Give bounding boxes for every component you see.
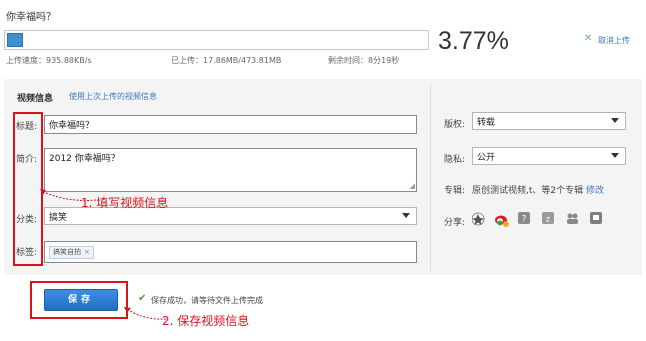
privacy-value: 公开 (477, 153, 496, 163)
annotation-step-2: 2. 保存视频信息 (162, 314, 250, 328)
title-input[interactable]: 你幸福吗？ (44, 115, 417, 134)
privacy-select[interactable]: 公开 (472, 147, 626, 165)
renren-icon[interactable]: z (542, 212, 554, 224)
category-value: 搞笑 (49, 213, 68, 223)
close-icon[interactable]: ✕ (584, 33, 592, 44)
time-remaining-label: 剩余时间： (328, 56, 368, 65)
kaixin-icon[interactable] (567, 213, 578, 225)
tag-remove-icon[interactable]: × (84, 248, 90, 256)
copyright-select[interactable]: 转载 (472, 112, 626, 130)
use-last-info-link[interactable]: 使用上次上传的视频信息 (69, 91, 157, 102)
save-button[interactable]: 保存 (44, 289, 118, 311)
album-names: 原创测试视频,t、等2个专辑 (472, 186, 584, 196)
uploaded-size-value: 17.86MB/473.81MB (203, 56, 282, 65)
annotation-step-1: 1. 填写视频信息 (81, 196, 169, 210)
chevron-down-icon (611, 153, 619, 158)
resize-handle-icon[interactable]: ◢ (410, 183, 415, 190)
album-value: 原创测试视频,t、等2个专辑 修改 (472, 183, 604, 196)
upload-speed-label: 上传速度： (6, 56, 46, 65)
album-label: 专辑: (444, 186, 466, 196)
share-icon-row: ? z (472, 212, 602, 228)
upload-speed-value: 935.88KB/s (46, 56, 92, 65)
douban-icon[interactable] (590, 212, 602, 224)
time-remaining-value: 8分19秒 (368, 56, 400, 65)
chevron-down-icon (402, 213, 410, 218)
cancel-upload-link[interactable]: 取消上传 (598, 35, 630, 46)
check-icon: ✔ (138, 293, 147, 304)
tag-chip: 搞笑自拍 × (49, 246, 94, 259)
panel-divider (430, 83, 431, 271)
qzone-icon[interactable] (472, 212, 485, 226)
privacy-label: 隐私: (444, 155, 466, 165)
video-info-title: 视频信息 (17, 94, 54, 104)
copyright-label: 版权: (444, 120, 466, 130)
description-textarea[interactable]: 2012 你幸福吗？ ◢ (44, 148, 417, 192)
tencent-weibo-icon[interactable]: ? (518, 212, 530, 225)
upload-progress-fill (7, 33, 23, 47)
uploaded-size: 已上传：17.86MB/473.81MB (171, 55, 281, 66)
share-label: 分享: (444, 218, 466, 228)
svg-text:z: z (546, 215, 550, 224)
upload-percent: 3.77% (438, 27, 509, 55)
album-edit-link[interactable]: 修改 (586, 186, 604, 196)
uploaded-size-label: 已上传： (171, 56, 203, 65)
weibo-icon[interactable] (495, 215, 509, 228)
description-text: 2012 你幸福吗？ (49, 154, 120, 164)
time-remaining: 剩余时间：8分19秒 (328, 55, 399, 66)
upload-progress-bar (4, 30, 429, 50)
file-title: 你幸福吗？ (6, 12, 56, 23)
upload-speed: 上传速度：935.88KB/s (6, 55, 92, 66)
copyright-value: 转载 (477, 118, 496, 128)
svg-text:?: ? (522, 215, 527, 225)
chevron-down-icon (611, 118, 619, 123)
save-status-message: 保存成功，请等待文件上传完成 (151, 296, 263, 305)
tag-chip-label: 搞笑自拍 (53, 248, 81, 256)
tags-input[interactable]: 搞笑自拍 × (44, 241, 417, 263)
